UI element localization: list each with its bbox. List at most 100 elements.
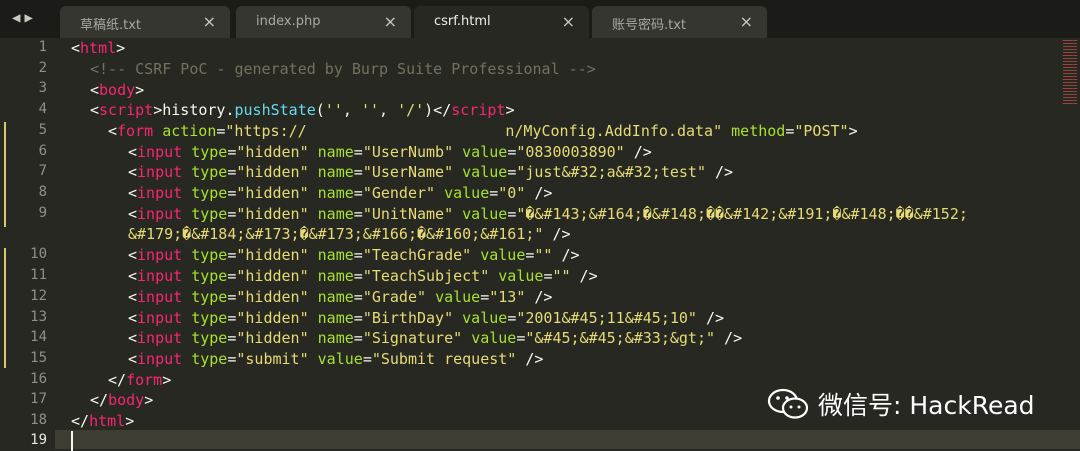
tag: body xyxy=(99,81,136,99)
code-line-15: <input type="submit" value="Submit reque… xyxy=(128,350,544,368)
line-number: 16 xyxy=(30,371,47,387)
tag: input xyxy=(137,350,183,368)
line-number: 3 xyxy=(38,80,47,96)
string: "POST" xyxy=(794,122,849,140)
code-line-1: <html> xyxy=(71,39,126,57)
line-number: 13 xyxy=(30,309,47,325)
attr: name xyxy=(317,184,354,202)
string: "hidden" xyxy=(236,143,309,161)
attr: method xyxy=(731,122,786,140)
tab-label: csrf.html xyxy=(434,14,491,29)
attr: value xyxy=(480,246,526,264)
attr: name xyxy=(317,143,354,161)
string: n/MyConfig.AddInfo.data" xyxy=(505,122,723,140)
line-number: 7 xyxy=(38,163,47,179)
line-number: 2 xyxy=(38,60,47,76)
line-number: 14 xyxy=(30,329,47,345)
code-line-6: <input type="hidden" name="UserNumb" val… xyxy=(128,143,652,161)
string: "&#45;&#45;&#33;&gt;" xyxy=(525,329,716,347)
string: "hidden" xyxy=(236,246,309,264)
string: "hidden" xyxy=(236,163,309,181)
string: "UserNumb" xyxy=(362,143,454,161)
tab-label: index.php xyxy=(256,14,321,29)
string: "hidden" xyxy=(236,309,309,327)
code-line-17: </body> xyxy=(90,391,154,409)
code-line-11: <input type="hidden" name="TeachSubject"… xyxy=(128,267,598,285)
tab-label: 账号密码.txt xyxy=(612,18,687,33)
attr: name xyxy=(317,163,354,181)
string: "UserName" xyxy=(362,163,454,181)
attr: name xyxy=(317,246,354,264)
line-number: 17 xyxy=(30,391,47,407)
attr: name xyxy=(317,205,354,223)
function-name: pushState xyxy=(234,101,316,119)
string: "just&#32;a&#32;test" xyxy=(516,163,706,181)
tag: form xyxy=(117,122,154,140)
tag: input xyxy=(137,309,183,327)
attr: type xyxy=(191,143,228,161)
tag: html xyxy=(80,39,117,57)
tab-csrf[interactable]: csrf.html × xyxy=(414,6,589,38)
string: "https:// xyxy=(225,122,307,140)
tag: input xyxy=(137,143,183,161)
attr: value xyxy=(471,329,517,347)
attr: value xyxy=(498,267,544,285)
attr: type xyxy=(191,163,228,181)
attr: value xyxy=(444,184,490,202)
tab-passwords[interactable]: 账号密码.txt × xyxy=(592,6,767,38)
line-number: 10 xyxy=(30,246,47,262)
code-line-13: <input type="hidden" name="BirthDay" val… xyxy=(128,309,725,327)
tag: input xyxy=(137,184,183,202)
tab-draft[interactable]: 草稿纸.txt × xyxy=(60,6,230,38)
attr: name xyxy=(317,267,354,285)
string: "2001&#45;11&#45;10" xyxy=(516,309,697,327)
attr: action xyxy=(162,122,217,140)
string: "TeachGrade" xyxy=(362,246,472,264)
string: "BirthDay" xyxy=(362,309,454,327)
close-icon[interactable]: × xyxy=(384,12,397,31)
tag: input xyxy=(137,329,183,347)
close-icon[interactable]: × xyxy=(562,12,575,31)
code-line-8: <input type="hidden" name="Gender" value… xyxy=(128,184,553,202)
attr: value xyxy=(462,309,508,327)
line-number: 6 xyxy=(38,143,47,159)
attr: name xyxy=(317,288,354,306)
string: "" xyxy=(534,246,553,264)
string: '' xyxy=(324,101,343,119)
line-number-current: 19 xyxy=(30,432,47,448)
string: &#179;�&#184;&#173;�&#173;&#166;�&#160;&… xyxy=(128,225,544,243)
string: "hidden" xyxy=(236,205,309,223)
tab-bar: ◀▶ 草稿纸.txt × index.php × csrf.html × 账号密码.t… xyxy=(0,0,1080,38)
wechat-icon xyxy=(767,388,809,419)
attr: type xyxy=(191,267,228,285)
string: "�&#143;&#164;�&#148;��&#142;&#191;�&#14… xyxy=(516,205,968,223)
minimap[interactable] xyxy=(1063,40,1077,105)
string: "TeachSubject" xyxy=(362,267,490,285)
watermark-text: 微信号: HackRead xyxy=(818,391,1035,420)
close-icon[interactable]: × xyxy=(203,12,216,31)
string: "hidden" xyxy=(236,329,309,347)
tag: input xyxy=(137,267,183,285)
code-line-3: <body> xyxy=(90,81,145,99)
attr: type xyxy=(191,184,228,202)
attr: value xyxy=(435,288,481,306)
line-number: 12 xyxy=(30,288,47,304)
close-icon[interactable]: × xyxy=(740,12,753,31)
code-area[interactable]: <html> <!-- CSRF PoC - generated by Burp… xyxy=(71,38,968,451)
code-line-12: <input type="hidden" name="Grade" value=… xyxy=(128,288,553,306)
forward-arrow-icon[interactable]: ▶ xyxy=(24,10,36,26)
string: '/' xyxy=(397,101,425,119)
tab-nav-arrows[interactable]: ◀▶ xyxy=(12,10,37,26)
tag: form xyxy=(126,371,163,389)
back-arrow-icon[interactable]: ◀ xyxy=(12,10,24,26)
attr: value xyxy=(317,350,363,368)
attr: name xyxy=(317,329,354,347)
tag: input xyxy=(137,163,183,181)
string: "hidden" xyxy=(236,184,309,202)
text-cursor xyxy=(71,431,73,451)
current-line-highlight xyxy=(0,430,1080,449)
attr: name xyxy=(317,309,354,327)
tag: script xyxy=(99,101,154,119)
string: "submit" xyxy=(236,350,309,368)
tab-index[interactable]: index.php × xyxy=(236,6,411,38)
